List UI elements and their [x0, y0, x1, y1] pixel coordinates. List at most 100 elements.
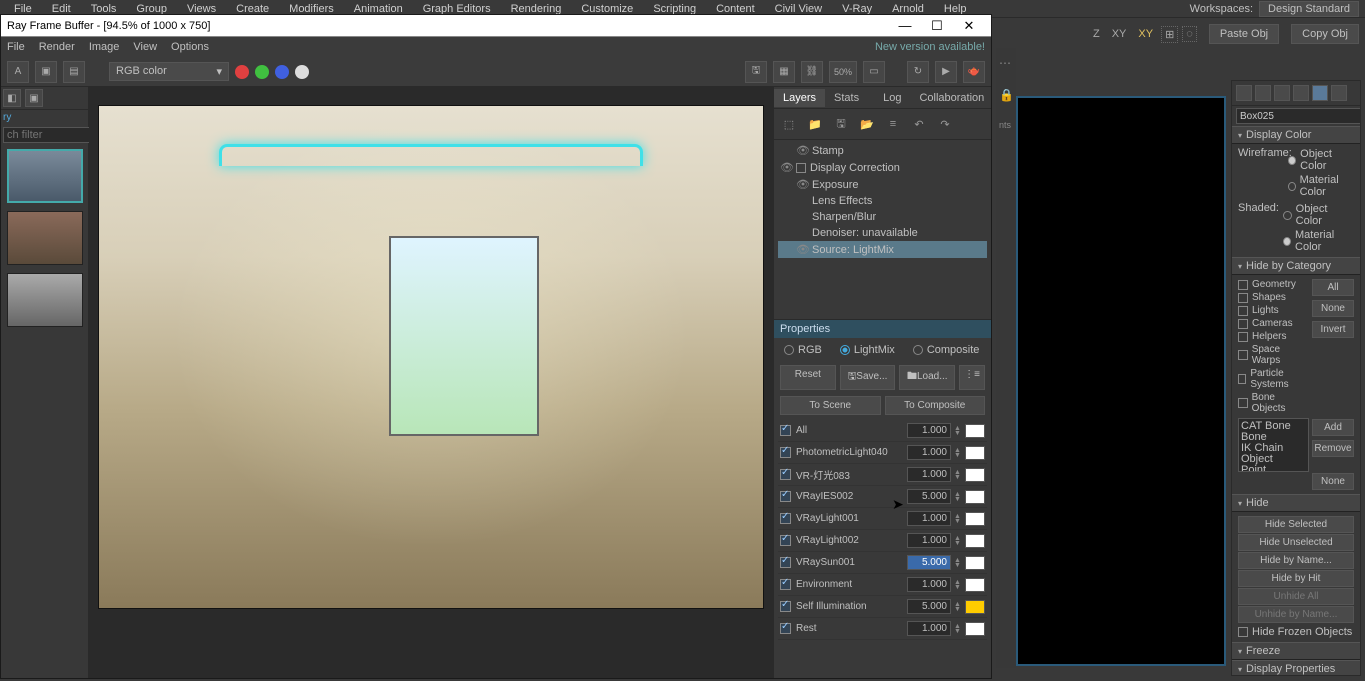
menu-scripting[interactable]: Scripting — [643, 3, 706, 15]
menu-civil-view[interactable]: Civil View — [765, 3, 832, 15]
light-multiplier-input[interactable]: 5.000 — [907, 489, 951, 504]
hidecat-helpers[interactable]: Helpers — [1238, 330, 1309, 343]
menu-views[interactable]: Views — [177, 3, 226, 15]
light-multiplier-input[interactable]: 1.000 — [907, 423, 951, 438]
hidecat-space-warps[interactable]: Space Warps — [1238, 343, 1309, 367]
clear-icon[interactable]: ▦ — [773, 61, 795, 83]
light-enable-checkbox[interactable] — [780, 469, 791, 480]
hide-frozen-checkbox[interactable]: Hide Frozen Objects — [1238, 625, 1354, 639]
hide-btn-5[interactable]: Unhide by Name... — [1238, 606, 1354, 623]
mode-composite[interactable]: Composite — [913, 344, 980, 356]
tree-item-source--lightmix[interactable]: 👁Source: LightMix — [778, 241, 987, 258]
light-color-swatch[interactable] — [965, 446, 985, 460]
layer-add-icon[interactable]: ⬚ — [780, 115, 798, 133]
visibility-eye-icon[interactable]: 👁 — [796, 243, 808, 256]
light-color-swatch[interactable] — [965, 512, 985, 526]
axis-z[interactable]: Z — [1089, 26, 1104, 42]
history-thumb-2[interactable] — [7, 211, 83, 265]
history-thumb-1[interactable] — [7, 149, 83, 203]
close-button[interactable]: ✕ — [953, 18, 985, 34]
hide-btn-3[interactable]: Hide by Hit — [1238, 570, 1354, 587]
vfb-menu-file[interactable]: File — [7, 41, 25, 53]
mode-lightmix[interactable]: LightMix — [840, 344, 895, 356]
light-color-swatch[interactable] — [965, 600, 985, 614]
lock-icon[interactable]: 🔒 — [999, 88, 1013, 102]
visibility-eye-icon[interactable]: 👁 — [796, 178, 808, 191]
hide-btn-4[interactable]: Unhide All — [1238, 588, 1354, 605]
render-last-icon[interactable]: ↻ — [907, 61, 929, 83]
light-enable-checkbox[interactable] — [780, 447, 791, 458]
light-color-swatch[interactable] — [965, 578, 985, 592]
reset-button[interactable]: Reset — [780, 365, 836, 390]
spinner-icon[interactable]: ▲▼ — [954, 602, 962, 612]
hierarchy-tab-icon[interactable] — [1274, 85, 1290, 101]
history-thumb-3[interactable] — [7, 273, 83, 327]
vfb-viewport[interactable] — [89, 87, 773, 678]
tab-log[interactable]: Log — [874, 89, 910, 107]
shaded-material-color[interactable]: Material Color — [1283, 228, 1354, 254]
layer-folder-icon[interactable]: 📁 — [806, 115, 824, 133]
options-button[interactable]: ⋮≡ — [959, 365, 985, 390]
hide-category-listbox[interactable]: CAT BoneBoneIK Chain ObjectPoint — [1238, 418, 1309, 472]
light-enable-checkbox[interactable] — [780, 535, 791, 546]
link-icon[interactable]: ⛓ — [801, 61, 823, 83]
paste-obj-button[interactable]: Paste Obj — [1209, 24, 1279, 44]
layer-undo-icon[interactable]: ↶ — [910, 115, 928, 133]
layer-list-icon[interactable]: ≡ — [884, 115, 902, 133]
blue-channel-icon[interactable] — [275, 65, 289, 79]
spinner-icon[interactable]: ▲▼ — [954, 492, 962, 502]
spinner-icon[interactable]: ▲▼ — [954, 580, 962, 590]
display-color-rollout[interactable]: Display Color — [1232, 126, 1360, 144]
light-enable-checkbox[interactable] — [780, 491, 791, 502]
utilities-tab-icon[interactable] — [1331, 85, 1347, 101]
save-image-icon[interactable]: 🖫 — [745, 61, 767, 83]
light-color-swatch[interactable] — [965, 468, 985, 482]
menu-animation[interactable]: Animation — [344, 3, 413, 15]
light-enable-checkbox[interactable] — [780, 623, 791, 634]
hide-btn-0[interactable]: Hide Selected — [1238, 516, 1354, 533]
menu-help[interactable]: Help — [934, 3, 977, 15]
light-color-swatch[interactable] — [965, 490, 985, 504]
axis-xy-local[interactable]: XY — [1134, 26, 1157, 42]
tree-item-exposure[interactable]: 👁Exposure — [778, 176, 987, 193]
menu-file[interactable]: File — [4, 3, 42, 15]
menu-tools[interactable]: Tools — [81, 3, 127, 15]
spinner-icon[interactable]: ▲▼ — [954, 426, 962, 436]
hide-rollout[interactable]: Hide — [1232, 494, 1360, 512]
to-scene-button[interactable]: To Scene — [780, 396, 881, 415]
zoom-label[interactable]: 50% — [829, 61, 857, 83]
red-channel-icon[interactable] — [235, 65, 249, 79]
menu-modifiers[interactable]: Modifiers — [279, 3, 344, 15]
display-properties-rollout[interactable]: Display Properties — [1232, 660, 1360, 676]
teapot-icon[interactable]: 🫖 — [963, 61, 985, 83]
wireframe-object-color[interactable]: Object Color — [1288, 147, 1354, 173]
menu-graph-editors[interactable]: Graph Editors — [413, 3, 501, 15]
spinner-icon[interactable]: ▲▼ — [954, 514, 962, 524]
visibility-eye-icon[interactable]: 👁 — [796, 144, 808, 157]
menu-group[interactable]: Group — [126, 3, 177, 15]
light-enable-checkbox[interactable] — [780, 557, 791, 568]
light-multiplier-input[interactable]: 5.000 — [907, 555, 951, 570]
copy-obj-button[interactable]: Copy Obj — [1291, 24, 1359, 44]
list-item[interactable]: Point — [1241, 465, 1306, 472]
hide-category-rollout[interactable]: Hide by Category — [1232, 257, 1360, 275]
checkbox-icon[interactable] — [796, 163, 806, 173]
spinner-icon[interactable]: ▲▼ — [954, 624, 962, 634]
hidecat-none-button[interactable]: None — [1312, 300, 1354, 317]
tree-item-sharpen/blur[interactable]: Sharpen/Blur — [778, 209, 987, 225]
light-multiplier-input[interactable]: 1.000 — [907, 511, 951, 526]
list-item[interactable]: IK Chain Object — [1241, 443, 1306, 465]
light-multiplier-input[interactable]: 1.000 — [907, 467, 951, 482]
hidecat-shapes[interactable]: Shapes — [1238, 291, 1309, 304]
create-tab-icon[interactable] — [1236, 85, 1252, 101]
tab-layers[interactable]: Layers — [774, 89, 825, 107]
tool-icon-b[interactable]: ▣ — [35, 61, 57, 83]
load-lightmix-button[interactable]: 🖿Load... — [899, 365, 955, 390]
modify-tab-icon[interactable] — [1255, 85, 1271, 101]
hidecat-all-button[interactable]: All — [1312, 279, 1354, 296]
hidecat-add-button[interactable]: Add — [1312, 419, 1354, 436]
light-color-swatch[interactable] — [965, 622, 985, 636]
vfb-menu-image[interactable]: Image — [89, 41, 120, 53]
display-tab-icon[interactable] — [1312, 85, 1328, 101]
light-multiplier-input[interactable]: 1.000 — [907, 577, 951, 592]
